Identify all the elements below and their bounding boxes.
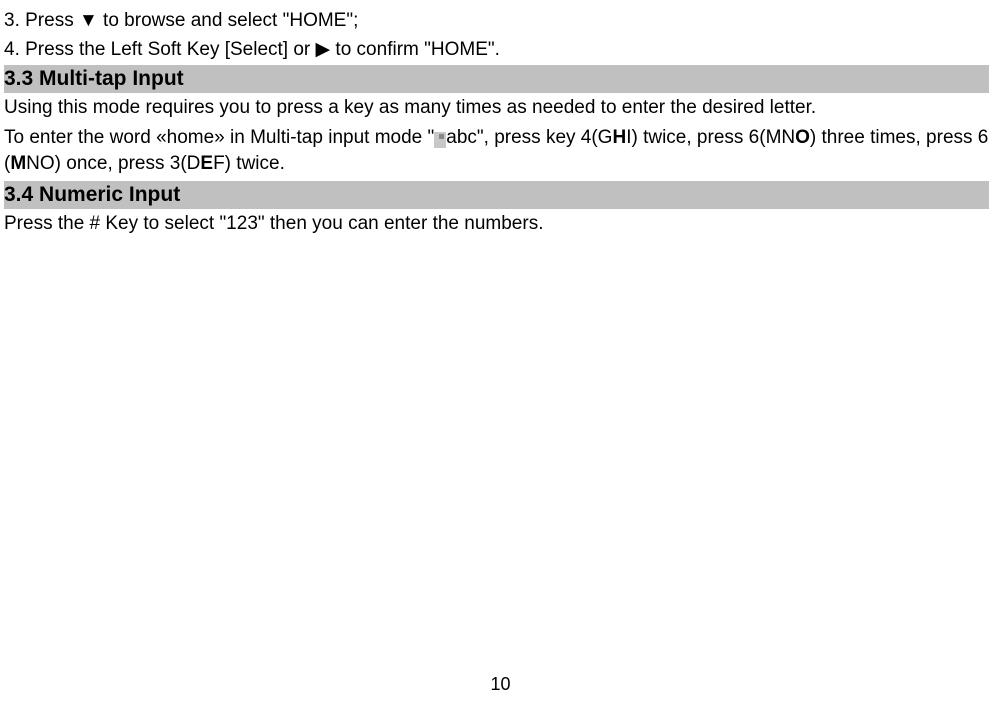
para2-text-2a: abc", press key 4(G bbox=[446, 127, 612, 148]
para2-bold-M: M bbox=[10, 153, 26, 174]
para2-text-2c: I) twice, press 6(MN bbox=[626, 127, 795, 148]
step-4-text: 4. Press the Left Soft Key [Select] or ▶… bbox=[4, 37, 989, 63]
para2-bold-E: E bbox=[200, 153, 213, 174]
para2-text-2i: F) twice. bbox=[213, 153, 285, 174]
page-number: 10 bbox=[4, 674, 993, 695]
para2-bold-H: H bbox=[612, 127, 626, 148]
step-3-text: 3. Press ▼ to browse and select "HOME"; bbox=[4, 8, 989, 34]
para2-bold-O: O bbox=[795, 127, 810, 148]
section-3-3-para-1: Using this mode requires you to press a … bbox=[4, 95, 989, 122]
abc-mode-icon bbox=[434, 132, 446, 148]
section-3-4-para-1: Press the # Key to select "123" then you… bbox=[4, 211, 989, 238]
section-3-3-para-2: To enter the word «home» in Multi-tap in… bbox=[4, 125, 989, 178]
para2-text-2g: NO) once, press 3(D bbox=[26, 153, 200, 174]
section-3-3-heading: 3.3 Multi-tap Input bbox=[4, 65, 989, 93]
para2-text-1: To enter the word «home» in Multi-tap in… bbox=[4, 127, 434, 148]
section-3-4-heading: 3.4 Numeric Input bbox=[4, 181, 989, 209]
